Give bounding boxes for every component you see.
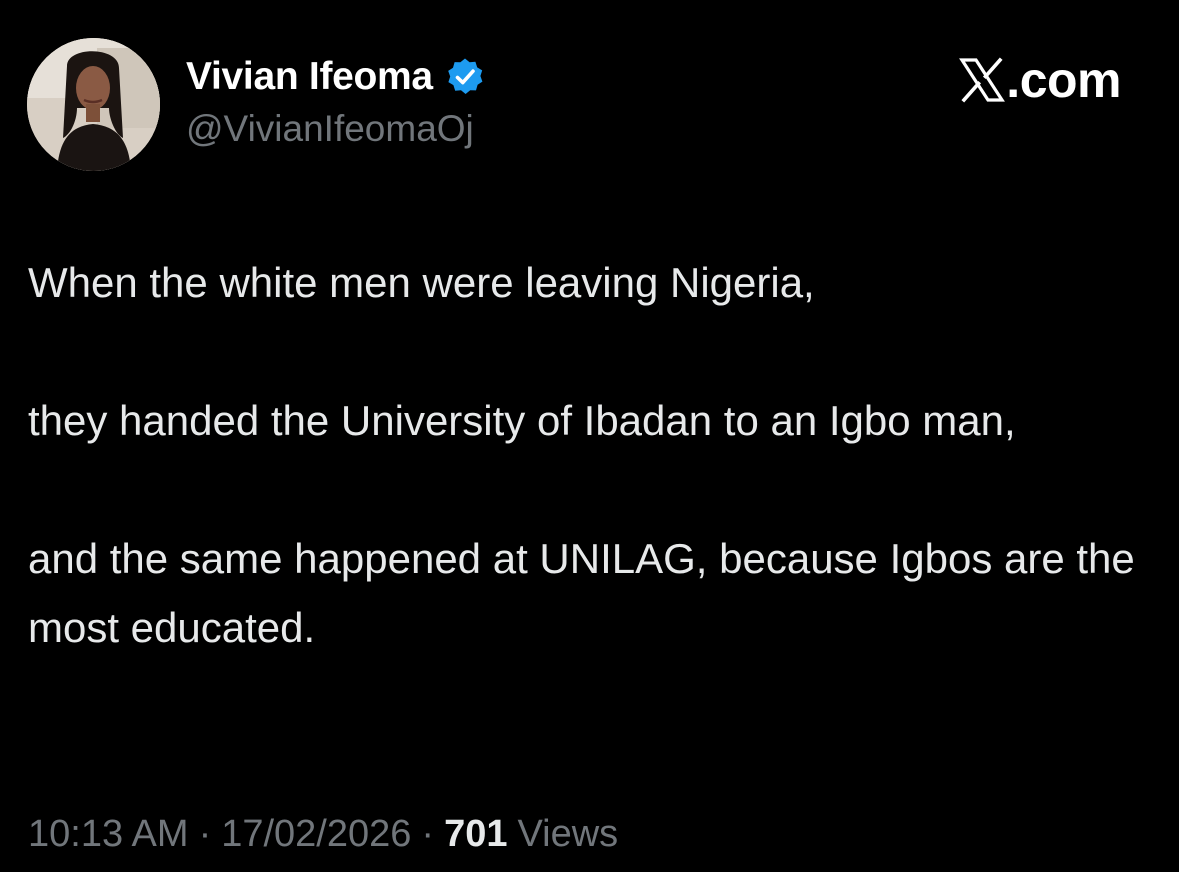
tweet-card: Vivian Ifeoma @VivianIfeomaOj .com When … [0,0,1179,872]
display-name[interactable]: Vivian Ifeoma [186,55,433,99]
meta-separator: · [421,813,435,855]
brand-watermark: .com [959,52,1121,108]
tweet-body: When the white men were leaving Nigeria,… [28,248,1138,662]
avatar[interactable] [27,38,160,171]
user-name-row[interactable]: Vivian Ifeoma [186,52,485,102]
views-count[interactable]: 701 [444,808,507,860]
user-handle[interactable]: @VivianIfeomaOj [186,108,474,150]
tweet-paragraph: they handed the University of Ibadan to … [28,397,1016,444]
views-label: Views [517,813,619,855]
verified-badge-icon [445,57,485,97]
x-logo-icon [959,57,1006,103]
meta-separator: · [198,813,212,855]
tweet-time[interactable]: 10:13 AM [28,808,189,860]
brand-domain-text: .com [1006,52,1121,108]
tweet-date[interactable]: 17/02/2026 [221,808,411,860]
avatar-photo [27,38,160,171]
tweet-paragraph: When the white men were leaving Nigeria, [28,259,815,306]
tweet-paragraph: and the same happened at UNILAG, because… [28,535,1135,651]
tweet-meta: 10:13 AM · 17/02/2026 · 701 Views [28,808,618,860]
